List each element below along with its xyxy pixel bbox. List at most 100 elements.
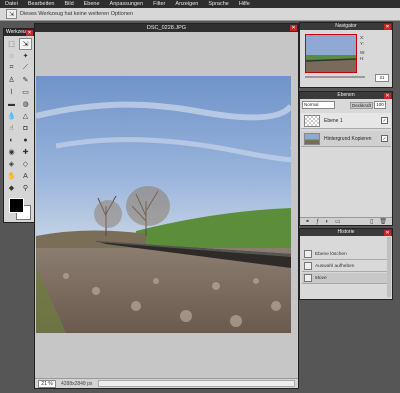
tool-options-text: Dieses Werkzeug hat keine weiteren Optio…	[20, 11, 134, 17]
history-step-icon	[304, 274, 312, 282]
canvas-area[interactable]	[36, 33, 297, 377]
layers-panel: Ebenen ✕ Normal Deckkraft 100 Ebene 1 ✓ Hi…	[299, 91, 393, 226]
menu-item-hilfe[interactable]: Hilfe	[234, 0, 255, 8]
menu-item-ebene[interactable]: Ebene	[79, 0, 105, 8]
tool-options-bar: ⇲ Dieses Werkzeug hat keine weiteren Opt…	[0, 8, 400, 21]
magic-wand-tool-icon[interactable]: ✦	[20, 51, 31, 61]
history-item[interactable]: Move	[302, 273, 390, 284]
navigator-coords: X: Y: W: H:	[360, 35, 365, 62]
nav-w-label: W:	[360, 50, 366, 55]
layer-visibility-checkbox[interactable]: ✓	[381, 117, 388, 124]
smudge-tool-icon[interactable]: ☝	[6, 123, 17, 133]
menu-bar: Datei Bearbeiten Bild Ebene Anpassungen Filte…	[0, 0, 400, 8]
new-layer-icon[interactable]: ▯	[370, 218, 373, 225]
layer-visibility-checkbox[interactable]: ✓	[381, 135, 388, 142]
layer-thumbnail	[304, 114, 320, 127]
crop-tool-icon[interactable]: ⌗	[6, 63, 17, 73]
layers-close-icon[interactable]: ✕	[384, 93, 391, 99]
history-item[interactable]: Auswahl aufheben	[302, 261, 390, 272]
brush-tool-icon[interactable]: ⌇	[6, 87, 17, 97]
document-zoom-field[interactable]: 21 %	[38, 379, 56, 388]
tools-panel: Werkzeuge ✕ ⬚ ⇲ ◌ ✦ ⌗ ⟋ ♙ ✎ ⌇ ▭ ▬ ◍ 💧 △ ☝ ◘ ◐ ● ◉ ✚ ◈ ◇ ✋ A ◆ ⚲	[3, 28, 35, 223]
burn-tool-icon[interactable]: ●	[20, 135, 31, 145]
layer-list: Ebene 1 ✓ Hintergrund Kopieren ✓	[300, 113, 392, 147]
zoom-tool-icon[interactable]: ⚲	[20, 183, 31, 193]
layer-thumbnail	[304, 132, 320, 145]
menu-item-anzeigen[interactable]: Anzeigen	[170, 0, 203, 8]
history-item-label: Auswahl aufheben	[315, 263, 355, 269]
bucket-tool-icon[interactable]: ◍	[20, 99, 31, 109]
type-tool-icon[interactable]: A	[20, 171, 31, 181]
layers-footer: ⚭ ƒ ◐ ▭ ▯ 🗑	[300, 217, 392, 225]
layer-row[interactable]: Ebene 1 ✓	[301, 113, 391, 129]
history-scrollbar[interactable]	[387, 237, 391, 297]
navigator-panel: Navigator ✕ X: Y: W: H: 21	[299, 22, 393, 88]
horizontal-scrollbar[interactable]	[98, 380, 295, 387]
pencil-tool-icon[interactable]: ✎	[20, 75, 31, 85]
move-tool-icon[interactable]: ⇲	[19, 38, 32, 50]
blend-mode-select[interactable]: Normal	[302, 101, 335, 109]
dodge-tool-icon[interactable]: ◐	[6, 135, 17, 145]
nav-y-label: Y:	[360, 41, 365, 46]
history-title: Historie	[337, 229, 355, 235]
adjustment-layer-icon[interactable]: ◐	[325, 219, 329, 225]
history-step-icon	[304, 262, 312, 270]
sharpen-tool-icon[interactable]: △	[20, 111, 31, 121]
menu-item-datei[interactable]: Datei	[0, 0, 23, 8]
nav-x-label: X:	[360, 35, 365, 40]
history-close-icon[interactable]: ✕	[384, 230, 391, 236]
link-layers-icon[interactable]: ⚭	[305, 218, 310, 225]
layer-style-icon[interactable]: ƒ	[316, 219, 319, 225]
history-item[interactable]: Ebene löschen	[302, 249, 390, 260]
history-list: Ebene löschen Auswahl aufheben Move	[300, 249, 392, 284]
menu-item-bild[interactable]: Bild	[59, 0, 78, 8]
menu-item-anpassungen[interactable]: Anpassungen	[105, 0, 149, 8]
blur-tool-icon[interactable]: 💧	[6, 111, 17, 121]
history-panel: Historie ✕ Ebene löschen Auswahl aufheben…	[299, 228, 393, 300]
spot-heal-tool-icon[interactable]: ✚	[20, 147, 31, 157]
history-title-bar[interactable]: Historie ✕	[300, 229, 392, 236]
eyedropper-tool-icon[interactable]: ⟋	[20, 63, 31, 73]
history-item-label: Move	[315, 275, 327, 281]
history-item-label: Ebene löschen	[315, 251, 347, 257]
shape-tool-icon[interactable]: ◆	[6, 183, 17, 193]
tool-grid: ⬚ ⇲ ◌ ✦ ⌗ ⟋ ♙ ✎ ⌇ ▭ ▬ ◍ 💧 △ ☝ ◘ ◐ ● ◉ ✚ ◈ ◇ ✋ A ◆ ⚲	[4, 36, 34, 196]
navigator-zoom-slider[interactable]	[305, 76, 365, 78]
menu-item-bearbeiten[interactable]: Bearbeiten	[23, 0, 60, 8]
move-tool-icon: ⇲	[6, 9, 17, 19]
navigator-zoom-field[interactable]: 21	[375, 74, 389, 82]
document-title-bar[interactable]: DSC_0228.JPG ✕	[35, 24, 298, 32]
eraser-tool-icon[interactable]: ▭	[20, 87, 31, 97]
bloat-tool-icon[interactable]: ◈	[6, 159, 17, 169]
pinch-tool-icon[interactable]: ◇	[20, 159, 31, 169]
stamp-tool-icon[interactable]: ♙	[6, 75, 17, 85]
layer-folder-icon[interactable]: ▭	[335, 218, 341, 225]
gradient-tool-icon[interactable]: ▬	[6, 99, 17, 109]
document-photo[interactable]	[36, 76, 291, 333]
tools-close-icon[interactable]: ✕	[26, 30, 33, 36]
layer-row[interactable]: Hintergrund Kopieren ✓	[301, 131, 391, 147]
navigator-close-icon[interactable]: ✕	[384, 24, 391, 30]
opacity-label: Deckkraft	[350, 101, 374, 109]
menu-item-sprache[interactable]: Sprache	[203, 0, 234, 8]
lasso-tool-icon[interactable]: ◌	[6, 51, 17, 61]
hand-tool-icon[interactable]: ✋	[6, 171, 17, 181]
layers-title: Ebenen	[337, 92, 355, 98]
document-close-icon[interactable]: ✕	[290, 25, 297, 31]
document-title: DSC_0228.JPG	[146, 25, 187, 31]
redeye-tool-icon[interactable]: ◉	[6, 147, 17, 157]
document-size: 4288x2848 px	[61, 380, 93, 387]
layer-name: Ebene 1	[324, 117, 343, 124]
navigator-thumbnail[interactable]	[305, 34, 357, 73]
delete-layer-icon[interactable]: 🗑	[379, 218, 387, 225]
document-window: DSC_0228.JPG ✕ 21 % 4288x2848 px	[34, 23, 299, 389]
foreground-color-swatch[interactable]	[9, 198, 24, 213]
layers-title-bar[interactable]: Ebenen ✕	[300, 92, 392, 99]
sponge-tool-icon[interactable]: ◘	[20, 123, 31, 133]
photo-image	[36, 76, 291, 333]
history-step-icon	[304, 250, 312, 258]
menu-item-filter[interactable]: Filter	[148, 0, 170, 8]
marquee-tool-icon[interactable]: ⬚	[6, 39, 17, 49]
navigator-title-bar[interactable]: Navigator ✕	[300, 23, 392, 30]
opacity-field[interactable]: 100	[374, 101, 387, 109]
